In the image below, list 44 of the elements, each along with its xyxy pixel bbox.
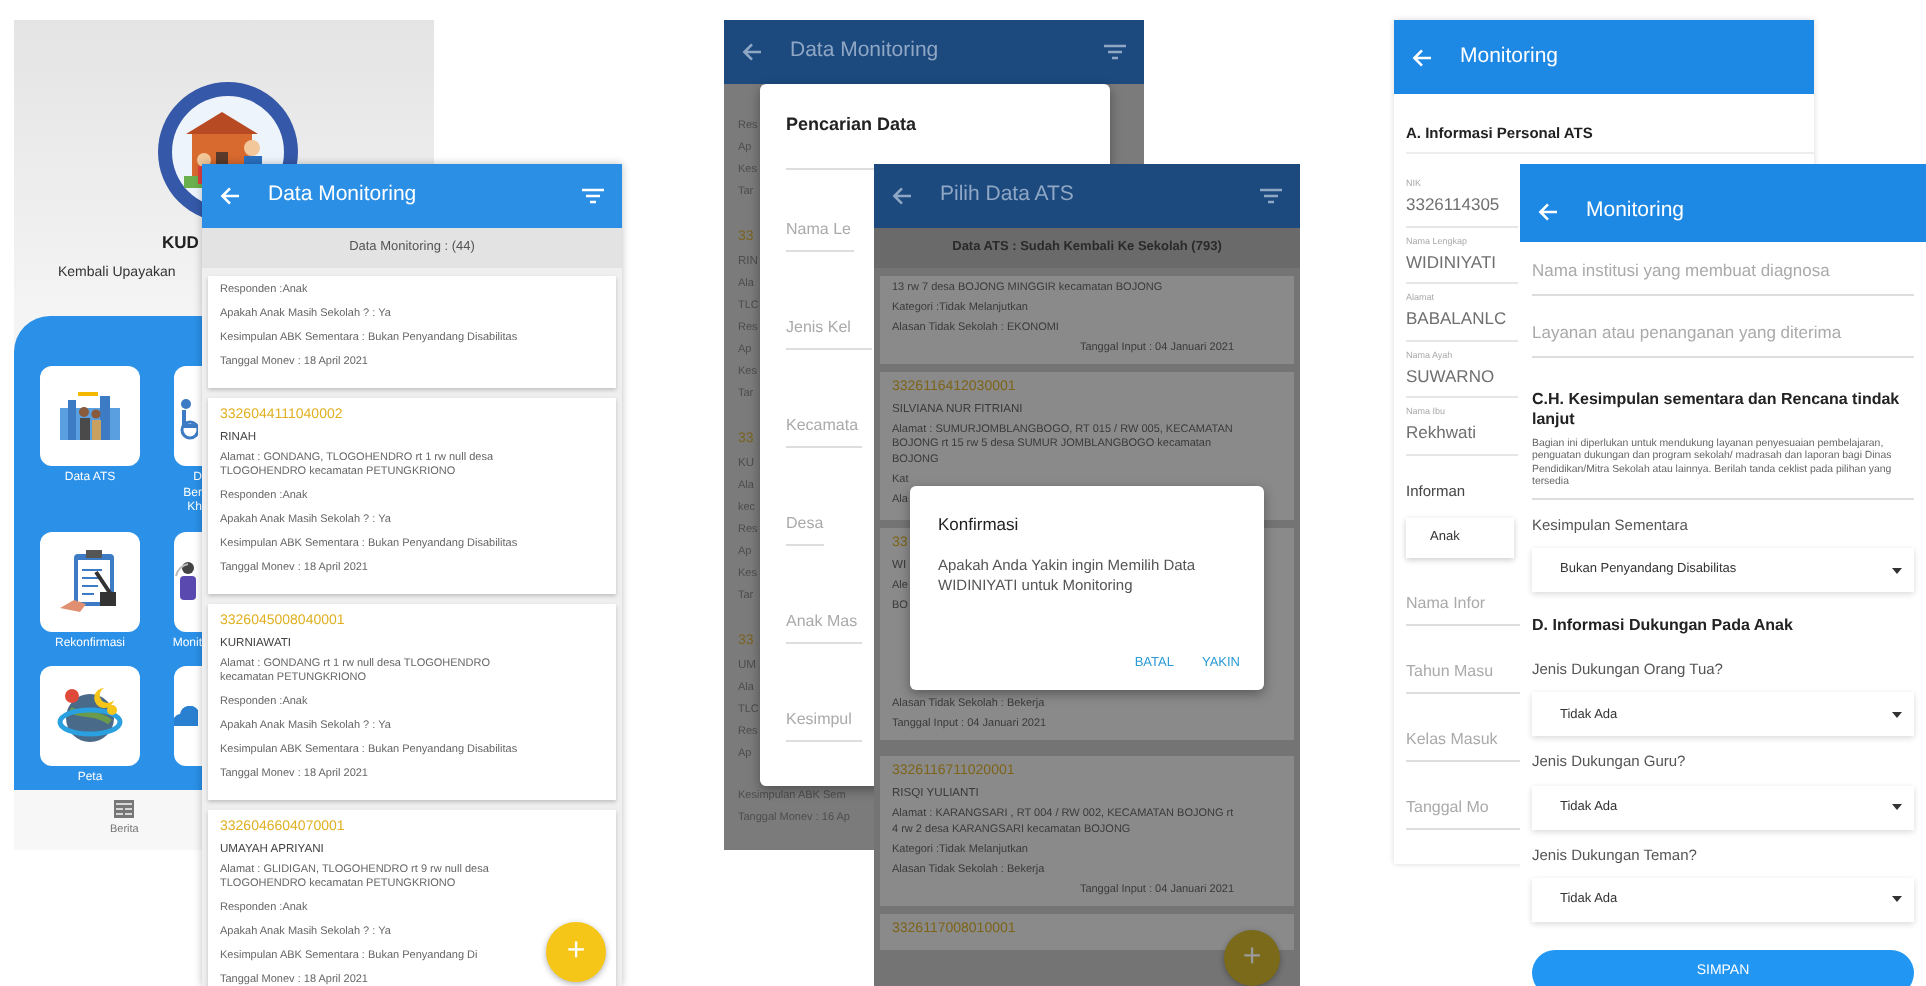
caret-icon <box>1892 711 1902 718</box>
search-field[interactable]: Kecamata <box>786 413 863 447</box>
menu-tile[interactable] <box>174 366 202 466</box>
search-field[interactable]: Kesimpul <box>786 707 863 741</box>
search-field[interactable]: Jenis Kel <box>786 315 873 349</box>
menu-tile[interactable] <box>40 666 140 766</box>
caret-icon <box>1892 804 1902 811</box>
menu-tile[interactable] <box>174 531 202 631</box>
cloud-drawing <box>174 706 198 726</box>
field-value: BABALANLC <box>1406 306 1518 342</box>
search-field[interactable]: Anak Mas <box>786 609 863 643</box>
caret-icon <box>1892 896 1902 903</box>
menu-tile[interactable] <box>40 531 140 631</box>
section-heading: C.H. Kesimpulan sementara dan Rencana tindak lanjut <box>1532 389 1902 432</box>
caret-icon <box>1892 567 1902 574</box>
screen-title: Data Monitoring <box>790 36 941 67</box>
field-value: 3326114305 <box>1406 192 1518 228</box>
filter-icon[interactable] <box>1260 188 1282 204</box>
text-field[interactable]: Nama institusi yang membuat diagnosa <box>1532 242 1914 296</box>
screen-title: Monitoring <box>1586 195 1687 226</box>
app-title: KUD <box>162 230 199 256</box>
field-value: SUWARNO <box>1406 363 1518 399</box>
screen-title: Pilih Data ATS <box>940 180 1076 211</box>
screen-title: Monitoring <box>1460 41 1561 72</box>
filter-icon[interactable] <box>1104 44 1126 60</box>
text-field[interactable]: Kelas Masuk <box>1406 728 1522 762</box>
newspaper-icon <box>114 800 135 819</box>
section-heading: D. Informasi Dukungan Pada Anak <box>1532 616 1795 639</box>
list-card[interactable] <box>208 809 616 986</box>
text-field[interactable]: Tanggal Mo <box>1406 796 1522 830</box>
text-field[interactable]: Layanan atau penanganan yang diterima <box>1532 303 1914 357</box>
back-arrow-icon[interactable] <box>742 42 762 62</box>
back-arrow-icon[interactable] <box>892 186 912 206</box>
search-field[interactable]: Nama Le <box>786 217 854 251</box>
search-field[interactable]: Desa <box>786 511 825 545</box>
person-drawing <box>174 559 198 603</box>
field-value: WIDINIYATI <box>1406 249 1518 285</box>
menu-tile[interactable] <box>174 666 202 766</box>
menu-tile[interactable] <box>40 366 140 466</box>
people-drawing <box>56 388 124 444</box>
text-field[interactable]: Tahun Masu <box>1406 660 1522 694</box>
field-value: Rekhwati <box>1406 420 1518 456</box>
add-button[interactable]: + <box>1224 930 1280 986</box>
screen-title: Data Monitoring <box>268 180 419 211</box>
